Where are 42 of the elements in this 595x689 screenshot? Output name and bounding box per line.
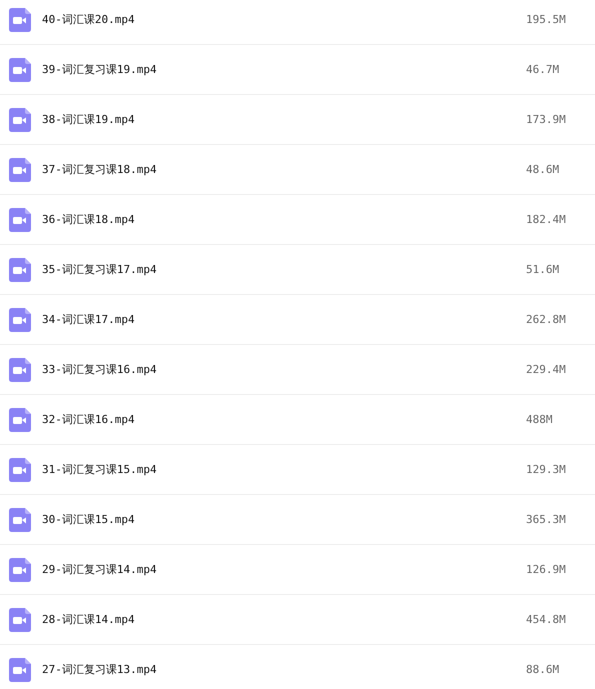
- video-file-icon: [9, 358, 31, 382]
- video-file-icon: [9, 608, 31, 632]
- video-file-icon: [9, 308, 31, 332]
- file-name[interactable]: 39-词汇复习课19.mp4: [42, 62, 522, 77]
- video-file-icon: [9, 508, 31, 532]
- file-size: 51.6M: [526, 263, 560, 276]
- file-size: 195.5M: [526, 13, 566, 26]
- file-size: 46.7M: [526, 63, 560, 76]
- file-size: 454.8M: [526, 613, 566, 626]
- file-name[interactable]: 38-词汇课19.mp4: [42, 112, 522, 127]
- file-size: 262.8M: [526, 313, 566, 326]
- video-file-icon: [9, 408, 31, 432]
- file-name[interactable]: 32-词汇课16.mp4: [42, 412, 522, 427]
- file-name[interactable]: 37-词汇复习课18.mp4: [42, 162, 522, 177]
- video-file-icon: [9, 458, 31, 482]
- video-file-icon: [9, 158, 31, 182]
- video-file-icon: [9, 558, 31, 582]
- file-name[interactable]: 33-词汇复习课16.mp4: [42, 362, 522, 377]
- file-name[interactable]: 40-词汇课20.mp4: [42, 12, 522, 27]
- video-file-icon: [9, 58, 31, 82]
- file-name[interactable]: 27-词汇复习课13.mp4: [42, 662, 522, 677]
- file-size: 48.6M: [526, 163, 560, 176]
- video-file-icon: [9, 108, 31, 132]
- video-file-icon: [9, 8, 31, 32]
- file-size: 229.4M: [526, 363, 566, 376]
- file-name[interactable]: 29-词汇复习课14.mp4: [42, 562, 522, 577]
- file-size: 365.3M: [526, 513, 566, 526]
- file-size: 129.3M: [526, 463, 566, 476]
- video-file-icon: [9, 208, 31, 232]
- file-name[interactable]: 34-词汇课17.mp4: [42, 312, 522, 327]
- file-name[interactable]: 28-词汇课14.mp4: [42, 612, 522, 627]
- file-name[interactable]: 30-词汇课15.mp4: [42, 512, 522, 527]
- file-size: 173.9M: [526, 113, 566, 126]
- file-name[interactable]: 35-词汇复习课17.mp4: [42, 262, 522, 277]
- file-size: 488M: [526, 413, 552, 426]
- file-size: 182.4M: [526, 213, 566, 226]
- video-file-icon: [9, 258, 31, 282]
- file-name[interactable]: 36-词汇课18.mp4: [42, 212, 522, 227]
- video-file-icon: [9, 658, 31, 682]
- file-size: 88.6M: [526, 663, 560, 676]
- file-name[interactable]: 31-词汇复习课15.mp4: [42, 462, 522, 477]
- file-size: 126.9M: [526, 563, 566, 576]
